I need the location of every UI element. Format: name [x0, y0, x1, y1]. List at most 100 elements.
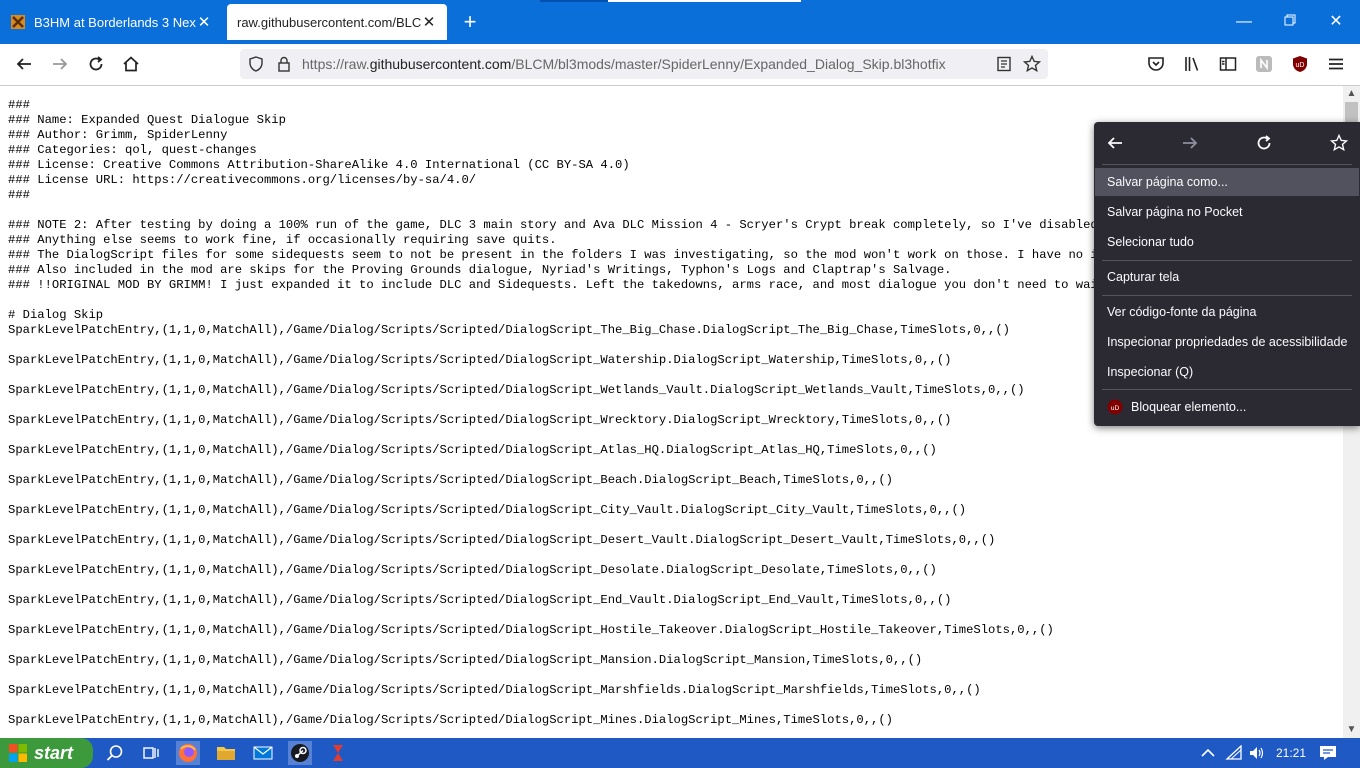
menu-separator: [1102, 260, 1352, 261]
forward-arrow-icon: [1183, 137, 1198, 149]
context-reload-button[interactable]: [1254, 133, 1274, 153]
show-hidden-icons-button[interactable]: [1196, 741, 1220, 765]
code-line: # Dialog Skip: [8, 308, 104, 322]
extension-button[interactable]: [1252, 52, 1276, 76]
task-view-button[interactable]: [139, 741, 163, 765]
menu-save-page-as[interactable]: Salvar página como...: [1095, 168, 1359, 196]
code-line: SparkLevelPatchEntry,(1,1,0,MatchAll),/G…: [8, 623, 1054, 637]
reload-icon: [1257, 135, 1271, 150]
tab-b3hm[interactable]: B3HM at Borderlands 3 Nexus - Mods ✕: [0, 4, 222, 40]
context-back-button[interactable]: [1105, 133, 1125, 153]
library-button[interactable]: [1180, 52, 1204, 76]
explorer-taskbar-button[interactable]: [214, 741, 238, 765]
context-nav-row: [1094, 122, 1360, 164]
context-bookmark-button[interactable]: [1329, 133, 1349, 153]
reload-button[interactable]: [84, 52, 108, 76]
mail-taskbar-button[interactable]: [251, 741, 275, 765]
code-line: SparkLevelPatchEntry,(1,1,0,MatchAll),/G…: [8, 653, 923, 667]
extension-icon: [1256, 56, 1272, 72]
code-line: SparkLevelPatchEntry,(1,1,0,MatchAll),/G…: [8, 323, 1010, 337]
url-bar[interactable]: https://raw.githubusercontent.com/BLCM/b…: [240, 49, 1048, 79]
firefox-icon: [179, 744, 197, 762]
bookmark-star-icon[interactable]: [1022, 54, 1042, 74]
code-line: SparkLevelPatchEntry,(1,1,0,MatchAll),/G…: [8, 443, 937, 457]
action-center-button[interactable]: [1316, 741, 1340, 765]
home-icon: [123, 56, 139, 72]
context-menu: Salvar página como... Salvar página no P…: [1094, 122, 1360, 426]
reader-view-icon[interactable]: [994, 54, 1014, 74]
code-line: ###: [8, 98, 30, 112]
volume-icon: [1250, 747, 1264, 759]
code-line: SparkLevelPatchEntry,(1,1,0,MatchAll),/G…: [8, 713, 893, 727]
close-window-button[interactable]: ✕: [1326, 12, 1346, 32]
code-line: ### Anything else seems to work fine, if…: [8, 233, 557, 247]
menu-inspect[interactable]: Inspecionar (Q): [1095, 358, 1359, 386]
wifi-icon: [1225, 745, 1242, 760]
code-line: ### Name: Expanded Quest Dialogue Skip: [8, 113, 286, 127]
menu-take-screenshot[interactable]: Capturar tela: [1095, 263, 1359, 291]
search-icon: [106, 745, 123, 761]
code-line: SparkLevelPatchEntry,(1,1,0,MatchAll),/G…: [8, 413, 952, 427]
minimize-button[interactable]: —: [1234, 12, 1254, 32]
back-arrow-icon: [1107, 137, 1122, 149]
tab-raw-github[interactable]: raw.githubusercontent.com/BLCM/bl3mods/m…: [227, 4, 447, 40]
close-tab-icon[interactable]: ✕: [196, 13, 212, 31]
ublock-origin-icon: uD: [1107, 399, 1123, 415]
windows-logo-icon: [9, 744, 27, 762]
notification-icon: [1320, 746, 1336, 760]
pocket-button[interactable]: [1144, 52, 1168, 76]
menu-block-element[interactable]: uD Bloquear elemento...: [1095, 393, 1359, 421]
chevron-up-icon: [1201, 748, 1215, 757]
menu-separator: [1102, 164, 1352, 165]
code-line: SparkLevelPatchEntry,(1,1,0,MatchAll),/G…: [8, 383, 1025, 397]
menu-save-to-pocket[interactable]: Salvar página no Pocket: [1095, 198, 1359, 226]
steam-taskbar-button[interactable]: [288, 741, 312, 765]
home-button[interactable]: [119, 52, 143, 76]
menu-view-source[interactable]: Ver código-fonte da página: [1095, 298, 1359, 326]
menu-select-all[interactable]: Selecionar tudo: [1095, 228, 1359, 256]
sidebar-icon: [1219, 57, 1237, 71]
lock-icon[interactable]: [274, 54, 294, 74]
volume-button[interactable]: [1245, 741, 1269, 765]
code-line: SparkLevelPatchEntry,(1,1,0,MatchAll),/G…: [8, 533, 996, 547]
context-forward-button[interactable]: [1180, 133, 1200, 153]
reload-icon: [89, 56, 103, 71]
restore-button[interactable]: [1280, 12, 1300, 32]
code-line: SparkLevelPatchEntry,(1,1,0,MatchAll),/G…: [8, 683, 981, 697]
code-line: ### License URL: https://creativecommons…: [8, 173, 477, 187]
tracking-shield-icon[interactable]: [246, 54, 266, 74]
new-tab-button[interactable]: +: [458, 10, 482, 34]
scroll-down-icon[interactable]: ▼: [1343, 722, 1360, 738]
menu-inspect-accessibility[interactable]: Inspecionar propriedades de acessibilida…: [1095, 328, 1359, 356]
sidebar-button[interactable]: [1216, 52, 1240, 76]
code-line: ### Author: Grimm, SpiderLenny: [8, 128, 228, 142]
bookmark-star-icon: [1330, 134, 1348, 152]
tab-highlight: [608, 0, 801, 2]
ublock-button[interactable]: uD: [1288, 52, 1312, 76]
network-button[interactable]: [1222, 741, 1246, 765]
code-line: SparkLevelPatchEntry,(1,1,0,MatchAll),/G…: [8, 593, 952, 607]
scroll-up-icon[interactable]: ▲: [1343, 86, 1360, 102]
close-tab-icon[interactable]: ✕: [421, 13, 437, 31]
search-taskbar-button[interactable]: [103, 741, 127, 765]
code-line: ### Also included in the mod are skips f…: [8, 263, 952, 277]
task-view-icon: [143, 747, 159, 759]
back-button[interactable]: [12, 52, 36, 76]
menu-separator: [1102, 389, 1352, 390]
code-line: ### Categories: qol, quest-changes: [8, 143, 257, 157]
url-text: https://raw.githubusercontent.com/BLCM/b…: [302, 56, 946, 72]
mail-icon: [253, 746, 273, 760]
firefox-taskbar-button[interactable]: [176, 741, 200, 765]
taskbar: start 21:21: [0, 738, 1360, 768]
forward-arrow-icon: [53, 58, 68, 70]
nav-toolbar: https://raw.githubusercontent.com/BLCM/b…: [0, 44, 1360, 86]
app-taskbar-button[interactable]: [326, 741, 350, 765]
app-menu-button[interactable]: [1324, 52, 1348, 76]
code-line: ### !!ORIGINAL MOD BY GRIMM! I just expa…: [8, 278, 1135, 292]
forward-button[interactable]: [48, 52, 72, 76]
tab-title: B3HM at Borderlands 3 Nexus - Mods: [34, 14, 196, 30]
clock[interactable]: 21:21: [1276, 746, 1306, 760]
restore-icon: [1284, 14, 1296, 26]
url-host: githubusercontent.com: [369, 56, 512, 72]
start-button[interactable]: start: [0, 738, 93, 768]
